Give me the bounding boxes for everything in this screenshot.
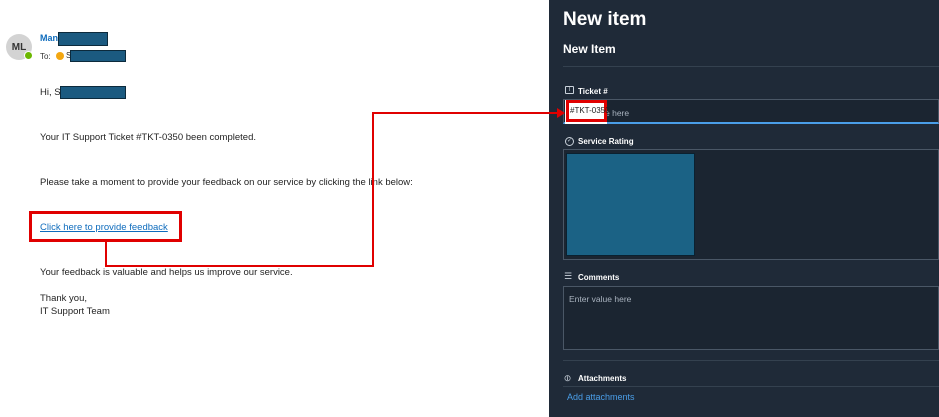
header-divider (563, 66, 939, 67)
to-redaction (70, 50, 126, 62)
body-line-request: Please take a moment to provide your fee… (40, 177, 413, 188)
connector-arrow-icon (557, 108, 565, 118)
signature: IT Support Team (40, 306, 110, 317)
feedback-link[interactable]: Click here to provide feedback (40, 222, 168, 233)
clock-icon (56, 52, 64, 60)
service-rating-control[interactable] (566, 153, 695, 256)
add-attachments-link[interactable]: Add attachments (567, 392, 635, 402)
presence-available-icon (24, 51, 33, 60)
attachments-label: Attachments (578, 374, 627, 383)
connector-segment-up (372, 112, 374, 267)
body-line-completed: Your IT Support Ticket #TKT-0350 been co… (40, 132, 256, 143)
connector-segment-bottom (105, 265, 374, 267)
comments-label: Comments (578, 273, 620, 282)
check-circle-icon: ✓ (565, 137, 574, 146)
body-line-valuable: Your feedback is valuable and helps us i… (40, 267, 293, 278)
lines-icon: ☰ (564, 271, 573, 281)
greeting: Hi, S (40, 87, 61, 98)
signoff: Thank you, (40, 293, 87, 304)
attachments-divider (563, 386, 939, 387)
panel-subtitle: New Item (563, 42, 616, 56)
greeting-redaction (60, 86, 126, 99)
sender-name[interactable]: Man (40, 33, 58, 43)
connector-segment-down (105, 241, 107, 267)
connector-segment-right (372, 112, 558, 114)
ticket-label: Ticket # (578, 87, 608, 96)
service-rating-label: Service Rating (578, 137, 634, 146)
ticket-value: #TKT-0350 (570, 106, 610, 115)
comments-divider (563, 360, 939, 361)
text-field-icon: T (565, 86, 574, 94)
sender-redaction (58, 32, 108, 46)
panel-title: New item (563, 9, 647, 30)
to-label: To: (40, 52, 51, 61)
comments-placeholder: Enter value here (569, 294, 632, 304)
